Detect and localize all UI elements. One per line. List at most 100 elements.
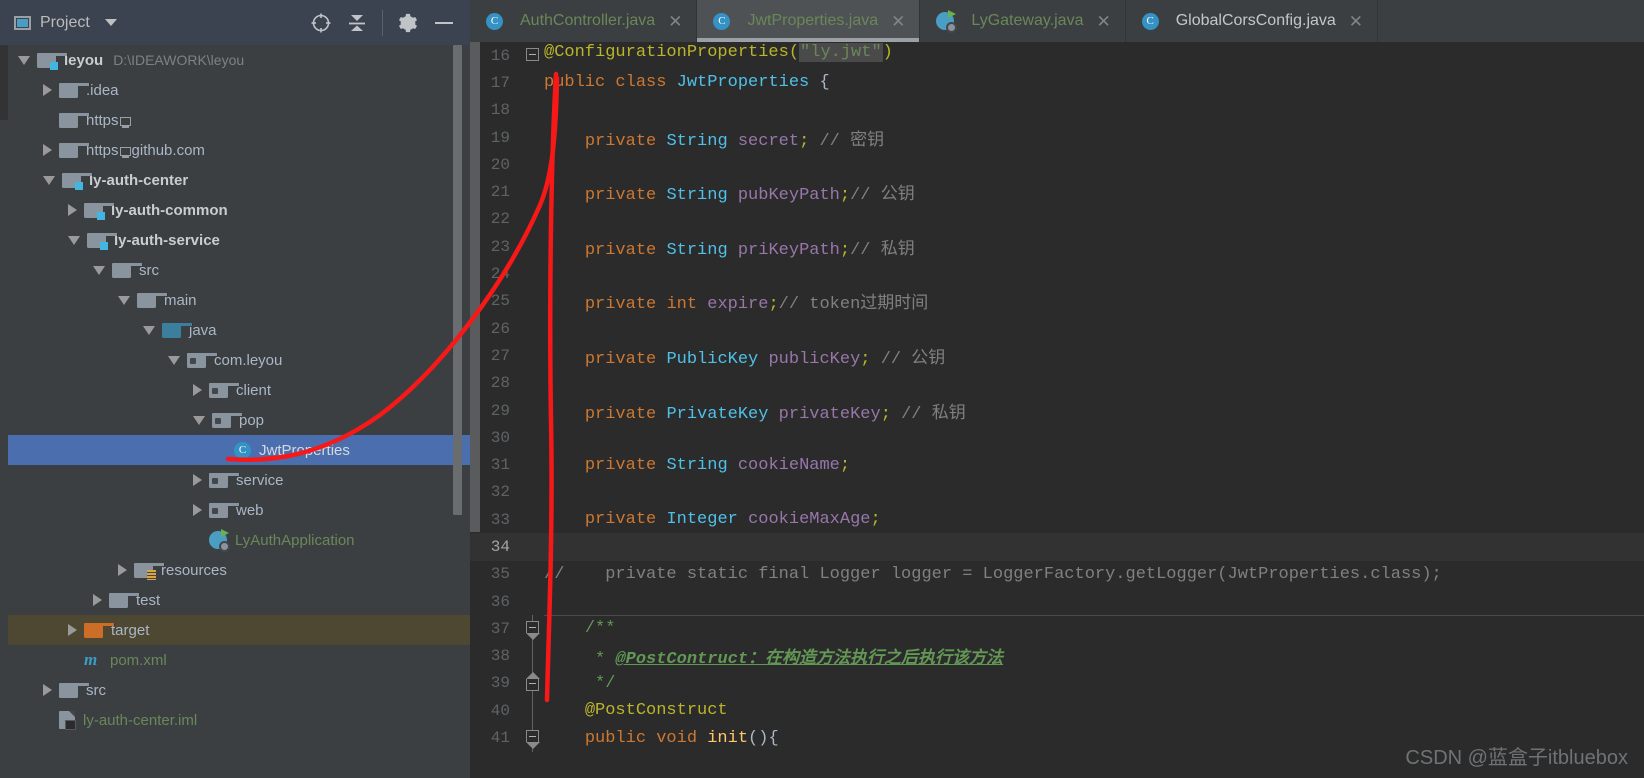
code-line-18[interactable]: 18 <box>470 97 1644 124</box>
code-line-23[interactable]: 23 private String priKeyPath;// 私钥 <box>470 233 1644 260</box>
code-line-36[interactable]: 36 <box>470 588 1644 615</box>
tree-closed-arrow-icon[interactable] <box>43 144 52 156</box>
tree-closed-arrow-icon[interactable] <box>68 204 77 216</box>
fold-region-start-icon[interactable] <box>526 621 540 641</box>
locate-icon[interactable] <box>303 0 339 45</box>
fold-gutter[interactable] <box>522 342 544 369</box>
code-line-32[interactable]: 32 <box>470 479 1644 506</box>
fold-gutter[interactable] <box>522 451 544 478</box>
code-line-37[interactable]: 37 /** <box>470 615 1644 643</box>
tree-closed-arrow-icon[interactable] <box>68 624 77 636</box>
fold-gutter[interactable] <box>522 288 544 315</box>
tree-open-arrow-icon[interactable] <box>193 415 205 425</box>
code-line-20[interactable]: 20 <box>470 151 1644 178</box>
tree-closed-arrow-icon[interactable] <box>43 684 52 696</box>
fold-gutter[interactable] <box>522 561 544 588</box>
tree-item-src[interactable]: src <box>8 255 470 285</box>
fold-gutter[interactable] <box>522 42 544 69</box>
fold-gutter[interactable] <box>522 69 544 96</box>
tree-item-java[interactable]: java <box>8 315 470 345</box>
code-line-40[interactable]: 40 @PostConstruct <box>470 697 1644 725</box>
settings-gear-icon[interactable] <box>390 0 426 45</box>
code-line-26[interactable]: 26 <box>470 315 1644 342</box>
fold-gutter[interactable] <box>522 588 544 615</box>
code-line-24[interactable]: 24 <box>470 260 1644 287</box>
tree-item-pop[interactable]: pop <box>8 405 470 435</box>
tree-item-ly-auth-common[interactable]: ly-auth-common <box>8 195 470 225</box>
fold-gutter[interactable] <box>522 206 544 233</box>
tree-item-resources[interactable]: resources <box>8 555 470 585</box>
fold-region-end-icon[interactable] <box>526 671 540 691</box>
fold-gutter[interactable] <box>522 697 544 725</box>
code-line-19[interactable]: 19 private String secret; // 密钥 <box>470 124 1644 151</box>
fold-gutter[interactable] <box>522 669 544 698</box>
fold-gutter[interactable] <box>522 642 544 670</box>
code-line-16[interactable]: 16 @ConfigurationProperties("ly.jwt") <box>470 42 1644 69</box>
tree-item-leyou[interactable]: leyou D:\IDEAWORK\leyou <box>8 45 470 75</box>
fold-gutter[interactable] <box>522 506 544 533</box>
chevron-down-icon[interactable] <box>104 19 117 26</box>
tree-item-github-com[interactable]: https github.com <box>8 135 470 165</box>
tree-open-arrow-icon[interactable] <box>143 325 155 335</box>
fold-gutter[interactable] <box>522 724 544 752</box>
tree-closed-arrow-icon[interactable] <box>93 594 102 606</box>
fold-gutter[interactable] <box>522 178 544 205</box>
minimize-icon[interactable] <box>426 0 462 45</box>
tree-open-arrow-icon[interactable] <box>43 175 55 185</box>
tree-item-ly-auth-service[interactable]: ly-auth-service <box>8 225 470 255</box>
fold-gutter[interactable] <box>522 615 544 643</box>
code-editor[interactable]: 16 @ConfigurationProperties("ly.jwt") 17 pu… <box>470 42 1644 778</box>
close-icon[interactable]: ✕ <box>891 13 905 30</box>
tree-open-arrow-icon[interactable] <box>93 265 105 275</box>
tree-item-ly-auth-center[interactable]: ly-auth-center <box>8 165 470 195</box>
tree-item-jwtproperties[interactable]: C JwtProperties <box>8 435 470 465</box>
close-icon[interactable]: ✕ <box>668 13 682 30</box>
editor-tab-authcontroller-java[interactable]: C AuthController.java ✕ <box>470 0 698 42</box>
tree-closed-arrow-icon[interactable] <box>118 564 127 576</box>
fold-gutter[interactable] <box>522 479 544 506</box>
code-line-29[interactable]: 29 private PrivateKey privateKey; // 私钥 <box>470 397 1644 424</box>
code-line-31[interactable]: 31 private String cookieName; <box>470 451 1644 478</box>
code-line-30[interactable]: 30 <box>470 424 1644 451</box>
code-line-21[interactable]: 21 private String pubKeyPath;// 公钥 <box>470 178 1644 205</box>
sidebar-scrollbar[interactable] <box>453 45 462 515</box>
tree-closed-arrow-icon[interactable] <box>43 84 52 96</box>
fold-region-start-icon[interactable] <box>526 730 540 750</box>
fold-gutter[interactable] <box>522 97 544 124</box>
code-line-39[interactable]: 39 */ <box>470 669 1644 698</box>
tree-open-arrow-icon[interactable] <box>68 235 80 245</box>
code-line-34[interactable]: 34 <box>470 533 1644 561</box>
code-line-33[interactable]: 33 private Integer cookieMaxAge; <box>470 506 1644 533</box>
fold-gutter[interactable] <box>522 260 544 287</box>
tree-item-test[interactable]: test <box>8 585 470 615</box>
tree-item-service[interactable]: service <box>8 465 470 495</box>
code-line-35[interactable]: 35 // private static final Logger logger … <box>470 561 1644 588</box>
code-line-27[interactable]: 27 private PublicKey publicKey; // 公钥 <box>470 342 1644 369</box>
tree-closed-arrow-icon[interactable] <box>193 384 202 396</box>
tree-item-pom-xml[interactable]: m pom.xml <box>8 645 470 675</box>
tree-item-src[interactable]: src <box>8 675 470 705</box>
tree-item-web[interactable]: web <box>8 495 470 525</box>
tree-closed-arrow-icon[interactable] <box>193 474 202 486</box>
code-line-38[interactable]: 38 * @PostContruct：在构造方法执行之后执行该方法 <box>470 642 1644 670</box>
fold-gutter[interactable] <box>522 370 544 397</box>
tree-item--idea[interactable]: .idea <box>8 75 470 105</box>
tree-item-client[interactable]: client <box>8 375 470 405</box>
fold-gutter[interactable] <box>522 151 544 178</box>
tree-item-com-leyou[interactable]: com.leyou <box>8 345 470 375</box>
fold-gutter[interactable] <box>522 424 544 451</box>
tree-open-arrow-icon[interactable] <box>118 295 130 305</box>
tree-item-lyauthapplication[interactable]: LyAuthApplication <box>8 525 470 555</box>
tree-item-main[interactable]: main <box>8 285 470 315</box>
editor-tab-jwtproperties-java[interactable]: C JwtProperties.java ✕ <box>697 0 921 42</box>
close-icon[interactable]: ✕ <box>1096 13 1110 30</box>
fold-gutter[interactable] <box>522 533 544 560</box>
fold-gutter[interactable] <box>522 315 544 342</box>
code-line-25[interactable]: 25 private int expire;// token过期时间 <box>470 288 1644 315</box>
tree-item-ly-auth-center-iml[interactable]: ly-auth-center.iml <box>8 705 470 735</box>
close-icon[interactable]: ✕ <box>1349 13 1363 30</box>
fold-gutter[interactable] <box>522 397 544 424</box>
fold-gutter[interactable] <box>522 124 544 151</box>
code-line-28[interactable]: 28 <box>470 370 1644 397</box>
fold-gutter[interactable] <box>522 233 544 260</box>
